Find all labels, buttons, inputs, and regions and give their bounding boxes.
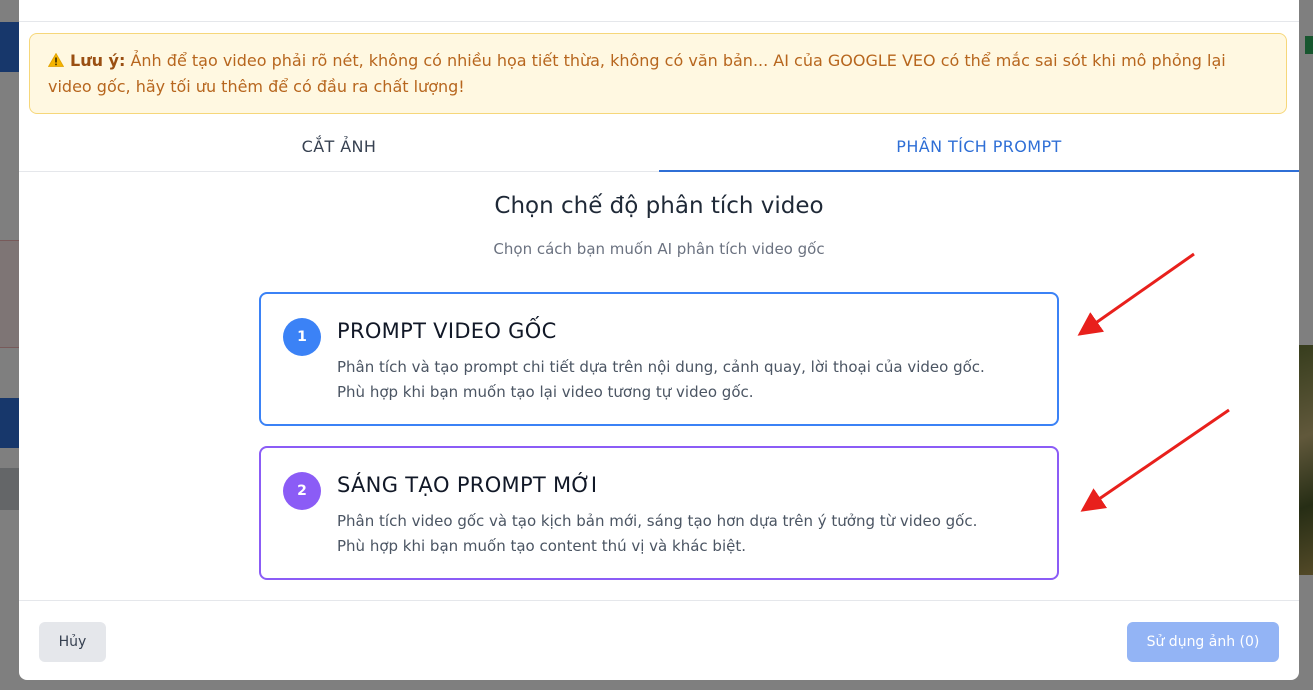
option-prompt-video-goc[interactable]: 1 PROMPT VIDEO GỐC Phân tích và tạo prom…: [259, 292, 1059, 426]
section-subtitle: Chọn cách bạn muốn AI phân tích video gố…: [493, 240, 825, 258]
option-sang-tao-prompt-moi[interactable]: 2 SÁNG TẠO PROMPT MỚI Phân tích video gố…: [259, 446, 1059, 580]
cancel-button[interactable]: Hủy: [39, 622, 106, 662]
option-description-line: Phù hợp khi bạn muốn tạo lại video tương…: [337, 383, 754, 401]
option-description: Phân tích và tạo prompt chi tiết dựa trê…: [337, 355, 1057, 405]
option-description-line: Phân tích và tạo prompt chi tiết dựa trê…: [337, 358, 985, 376]
warning-label: Lưu ý:: [70, 51, 126, 70]
option-title: SÁNG TẠO PROMPT MỚI: [337, 473, 598, 497]
option-number-badge: 2: [283, 472, 321, 510]
use-image-button[interactable]: Sử dụng ảnh (0): [1127, 622, 1279, 662]
option-description-line: Phân tích video gốc và tạo kịch bản mới,…: [337, 512, 978, 530]
tab-bar: CẮT ẢNH PHÂN TÍCH PROMPT: [19, 123, 1299, 172]
video-analysis-modal: Lưu ý: Ảnh để tạo video phải rõ nét, khô…: [19, 0, 1299, 680]
tab-cat-anh[interactable]: CẮT ẢNH: [19, 123, 659, 171]
option-number-badge: 1: [283, 318, 321, 356]
warning-text: Ảnh để tạo video phải rõ nét, không có n…: [48, 51, 1226, 96]
modal-header-divider: [19, 21, 1299, 22]
modal-footer: Hủy Sử dụng ảnh (0): [19, 600, 1299, 680]
tab-phan-tich-prompt[interactable]: PHÂN TÍCH PROMPT: [659, 123, 1299, 172]
option-title: PROMPT VIDEO GỐC: [337, 319, 557, 343]
option-description-line: Phù hợp khi bạn muốn tạo content thú vị …: [337, 537, 746, 555]
option-description: Phân tích video gốc và tạo kịch bản mới,…: [337, 509, 1057, 559]
section-title: Chọn chế độ phân tích video: [494, 193, 824, 219]
warning-icon: [48, 53, 64, 67]
warning-banner: Lưu ý: Ảnh để tạo video phải rõ nét, khô…: [29, 33, 1287, 114]
